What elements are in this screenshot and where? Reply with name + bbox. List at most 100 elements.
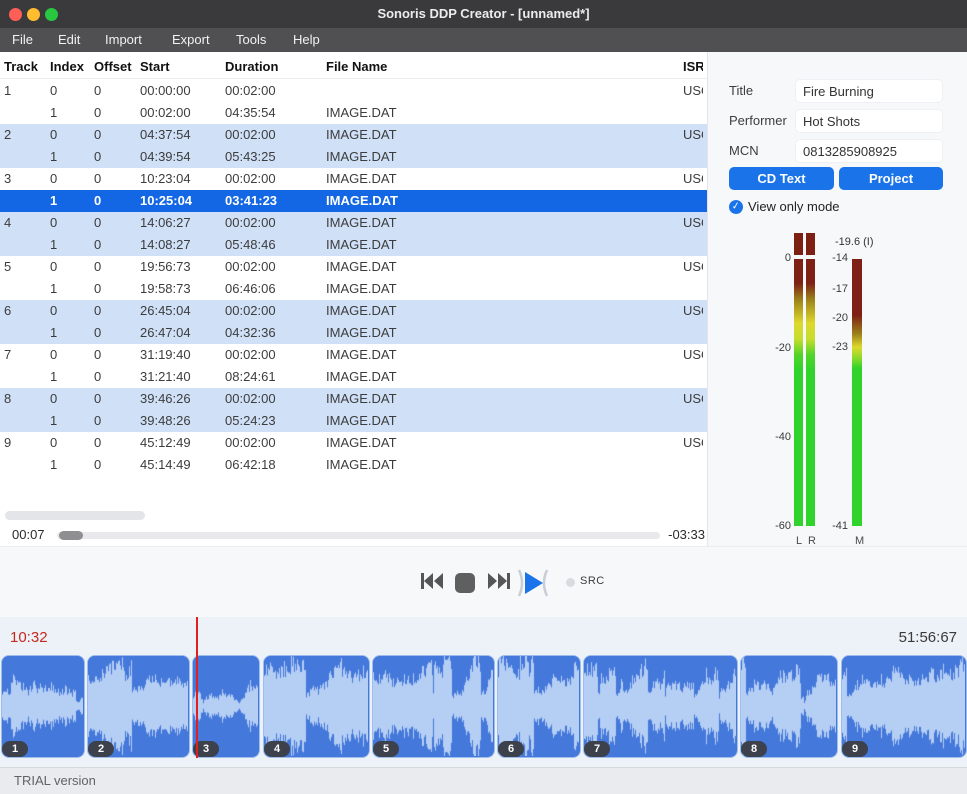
menu-item-help[interactable]: Help [293,28,320,52]
column-header-start[interactable]: Start [136,55,221,79]
meter-tick-loudness: -41 [814,520,848,532]
menu-item-import[interactable]: Import [105,28,142,52]
table-row[interactable]: 1014:08:2705:48:46IMAGE.DAT [0,234,707,256]
table-row[interactable]: 30010:23:0400:02:00IMAGE.DATUSQ [0,168,707,190]
cell-isrc [679,322,703,344]
window-title: Sonoris DDP Creator - [unnamed*] [0,0,967,28]
cell-offset: 0 [90,102,136,124]
horizontal-scrollbar-thumb[interactable] [5,511,145,520]
disc-info-panel: Title Performer MCN CD Text Project ✓ Vi… [707,52,967,546]
cell-start: 04:37:54 [136,124,221,146]
timeline-panel: 10:32 51:56:67 123456789 [0,617,967,767]
cell-file: IMAGE.DAT [322,366,679,388]
segment-number-badge: 9 [842,741,868,757]
table-row[interactable]: 70031:19:4000:02:00IMAGE.DATUSQ [0,344,707,366]
column-header-offset[interactable]: Offset [90,55,136,79]
app-window: Sonoris DDP Creator - [unnamed*] File Edi… [0,0,967,794]
column-header-isrc[interactable]: ISRC [679,55,703,79]
cell-duration: 00:02:00 [221,124,322,146]
cell-isrc [679,454,703,476]
table-row[interactable]: 1000:02:0004:35:54IMAGE.DAT [0,102,707,124]
table-row[interactable]: 20004:37:5400:02:00IMAGE.DATUSQ [0,124,707,146]
cell-start: 39:48:26 [136,410,221,432]
meter-bar-loudness [852,259,862,526]
cell-start: 45:12:49 [136,432,221,454]
table-row[interactable]: 1010:25:0403:41:23IMAGE.DAT [0,190,707,212]
cell-track: 2 [0,124,46,146]
cell-offset: 0 [90,234,136,256]
cell-track: 4 [0,212,46,234]
cell-index: 1 [46,322,90,344]
meter-bar-left [794,259,803,526]
cell-file: IMAGE.DAT [322,344,679,366]
table-row[interactable]: 1004:39:5405:43:25IMAGE.DAT [0,146,707,168]
stop-button[interactable] [453,571,477,595]
remaining-time: -03:33 [668,524,705,546]
next-track-button[interactable] [488,571,511,591]
table-row[interactable]: 1026:47:0404:32:36IMAGE.DAT [0,322,707,344]
seek-slider[interactable] [57,532,660,539]
play-button[interactable] [516,567,550,599]
segment-number-badge: 7 [584,741,610,757]
cell-index: 1 [46,102,90,124]
cell-duration: 00:02:00 [221,80,322,102]
table-row[interactable]: 60026:45:0400:02:00IMAGE.DATUSQ [0,300,707,322]
cell-track [0,366,46,388]
waveform-segments: 123456789 [0,655,967,759]
table-row[interactable]: 1019:58:7306:46:06IMAGE.DAT [0,278,707,300]
table-row[interactable]: 40014:06:2700:02:00IMAGE.DATUSQ [0,212,707,234]
cell-offset: 0 [90,344,136,366]
cell-index: 1 [46,234,90,256]
cell-isrc [679,234,703,256]
seek-slider-thumb[interactable] [59,531,83,540]
cell-index: 1 [46,366,90,388]
column-header-file[interactable]: File Name [322,55,679,79]
cell-track: 7 [0,344,46,366]
menu-item-tools[interactable]: Tools [236,28,266,52]
table-row[interactable]: 50019:56:7300:02:00IMAGE.DATUSQ [0,256,707,278]
cell-duration: 06:46:06 [221,278,322,300]
cell-duration: 06:42:18 [221,454,322,476]
table-header: TrackIndexOffsetStartDurationFile NameIS… [0,55,707,79]
cell-isrc [679,190,703,212]
cell-start: 31:19:40 [136,344,221,366]
src-label: SRC [580,575,605,587]
cell-file: IMAGE.DAT [322,234,679,256]
playhead-line[interactable] [196,617,198,758]
menu-item-export[interactable]: Export [172,28,210,52]
table-row[interactable]: 10000:00:0000:02:00USQ [0,80,707,102]
playhead-position-label: 10:32 [10,629,48,646]
total-duration-label: 51:56:67 [899,629,957,646]
meter-tick-loudness: -23 [814,341,848,353]
status-bar: TRIAL version [0,767,967,794]
table-row[interactable]: 1031:21:4008:24:61IMAGE.DAT [0,366,707,388]
menu-item-edit[interactable]: Edit [58,28,80,52]
meter-tick-lr: -20 [757,342,791,354]
cell-isrc [679,146,703,168]
title-bar: Sonoris DDP Creator - [unnamed*] [0,0,967,28]
cell-duration: 05:24:23 [221,410,322,432]
cell-offset: 0 [90,168,136,190]
table-row[interactable]: 90045:12:4900:02:00IMAGE.DATUSQ [0,432,707,454]
column-header-index[interactable]: Index [46,55,90,79]
playback-slider-row: 00:07 -03:33 [0,524,707,546]
loudness-readout: -19.6 (I) [835,236,874,248]
cell-isrc: USQ [679,344,703,366]
table-row[interactable]: 80039:46:2600:02:00IMAGE.DATUSQ [0,388,707,410]
table-row[interactable]: 1039:48:2605:24:23IMAGE.DAT [0,410,707,432]
cell-index: 0 [46,256,90,278]
menu-item-file[interactable]: File [12,28,33,52]
table-row[interactable]: 1045:14:4906:42:18IMAGE.DAT [0,454,707,476]
cell-offset: 0 [90,124,136,146]
column-header-track[interactable]: Track [0,55,46,79]
meter-tick-lr: -60 [757,520,791,532]
column-header-duration[interactable]: Duration [221,55,322,79]
cell-duration: 00:02:00 [221,212,322,234]
cell-offset: 0 [90,256,136,278]
src-radio-button[interactable] [566,578,575,587]
cell-start: 19:58:73 [136,278,221,300]
cell-index: 1 [46,190,90,212]
cell-duration: 00:02:00 [221,432,322,454]
previous-track-button[interactable] [420,571,443,591]
cell-start: 14:08:27 [136,234,221,256]
